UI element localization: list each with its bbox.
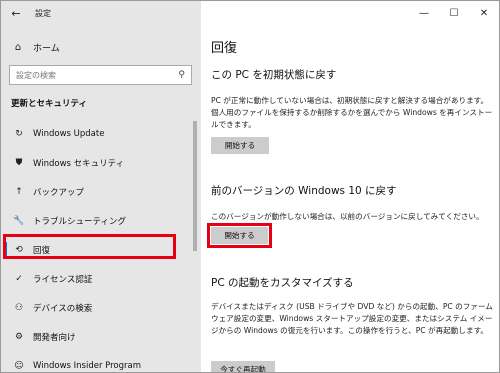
sidebar-item-3[interactable]: ↑ バックアップ	[1, 177, 201, 206]
sidebar-item-label: Windows セキュリティ	[33, 158, 125, 169]
sidebar: ⌂ ホーム 設定の検索 ⚲ 更新とセキュリティ ↻ Windows Update ⛊…	[1, 25, 201, 372]
sidebar-scrollbar[interactable]	[193, 121, 197, 251]
search-icon[interactable]: ⚲	[178, 70, 185, 80]
title-bar-left: ← 設定	[1, 1, 201, 25]
restart-now-button[interactable]: 今すぐ再起動	[211, 361, 275, 372]
previous-version-description: このバージョンが動作しない場合は、以前のバージョンに戻してみてください。	[211, 212, 484, 221]
advanced-startup-heading: PC の起動をカスタマイズする	[211, 277, 354, 289]
sidebar-item-4[interactable]: 🔧 トラブルシューティング	[1, 206, 201, 235]
sidebar-item-1[interactable]: ↻ Windows Update	[1, 119, 201, 148]
page-title: 回復	[211, 41, 238, 56]
main-content: 回復 この PC を初期状態に戻す PC が正常に動作していない場合は、初期状態…	[201, 25, 499, 372]
sidebar-item-6[interactable]: ✓ ライセンス認証	[1, 264, 201, 293]
recovery-highlight-frame	[3, 234, 176, 259]
sidebar-item-label: デバイスの検索	[33, 303, 93, 314]
sidebar-item-2[interactable]: ⛊ Windows セキュリティ	[1, 148, 201, 177]
home-label: ホーム	[33, 43, 60, 54]
settings-window: ← 設定 — ☐ ✕ ⌂ ホーム 設定の検索 ⚲ 更新とセキュリティ ↻ Wind…	[0, 0, 500, 373]
reset-start-button[interactable]: 開始する	[211, 137, 269, 154]
window-title: 設定	[35, 8, 51, 18]
sidebar-item-label: バックアップ	[33, 187, 85, 198]
home-icon: ⌂	[14, 41, 22, 53]
window-controls: — ☐ ✕	[409, 1, 499, 25]
sidebar-item-label: トラブルシューティング	[33, 216, 126, 227]
previous-version-start-button[interactable]: 開始する	[211, 227, 268, 244]
sync-icon: ↻	[15, 128, 23, 139]
person-location-icon: ⚇	[14, 302, 24, 313]
wrench-icon: 🔧	[13, 215, 25, 226]
developer-icon: ⚙	[14, 331, 24, 342]
reset-heading: この PC を初期状態に戻す	[211, 69, 337, 81]
section-label: 更新とセキュリティ	[11, 99, 87, 109]
check-circle-icon: ✓	[15, 273, 23, 284]
search-placeholder: 設定の検索	[16, 70, 56, 80]
reset-description: PC が正常に動作していない場合は、初期状態に戻すと解決する場合があります。個人…	[211, 96, 493, 129]
sidebar-item-home[interactable]: ⌂ ホーム	[1, 37, 201, 57]
sidebar-item-7[interactable]: ⚇ デバイスの検索	[1, 293, 201, 322]
sidebar-item-label: ライセンス認証	[33, 274, 93, 285]
advanced-startup-description: デバイスまたはディスク (USB ドライブや DVD など) からの起動、PC …	[211, 302, 493, 335]
back-arrow-icon[interactable]: ←	[1, 1, 31, 25]
sidebar-item-label: 開発者向け	[33, 332, 76, 343]
title-bar: ← 設定 — ☐ ✕	[1, 1, 499, 25]
upload-arrow-icon: ↑	[15, 186, 23, 197]
sidebar-item-label: Windows Insider Program	[33, 360, 142, 371]
maximize-icon[interactable]: ☐	[439, 1, 469, 25]
sidebar-item-label: Windows Update	[33, 128, 105, 139]
minimize-icon[interactable]: —	[409, 1, 439, 25]
insider-icon: ☺	[14, 360, 24, 371]
search-input[interactable]: 設定の検索 ⚲	[9, 65, 192, 85]
shield-icon: ⛊	[15, 157, 23, 168]
previous-version-heading: 前のバージョンの Windows 10 に戻す	[211, 185, 397, 197]
sidebar-item-9[interactable]: ☺ Windows Insider Program	[1, 351, 201, 372]
sidebar-item-8[interactable]: ⚙ 開発者向け	[1, 322, 201, 351]
close-icon[interactable]: ✕	[469, 1, 499, 25]
